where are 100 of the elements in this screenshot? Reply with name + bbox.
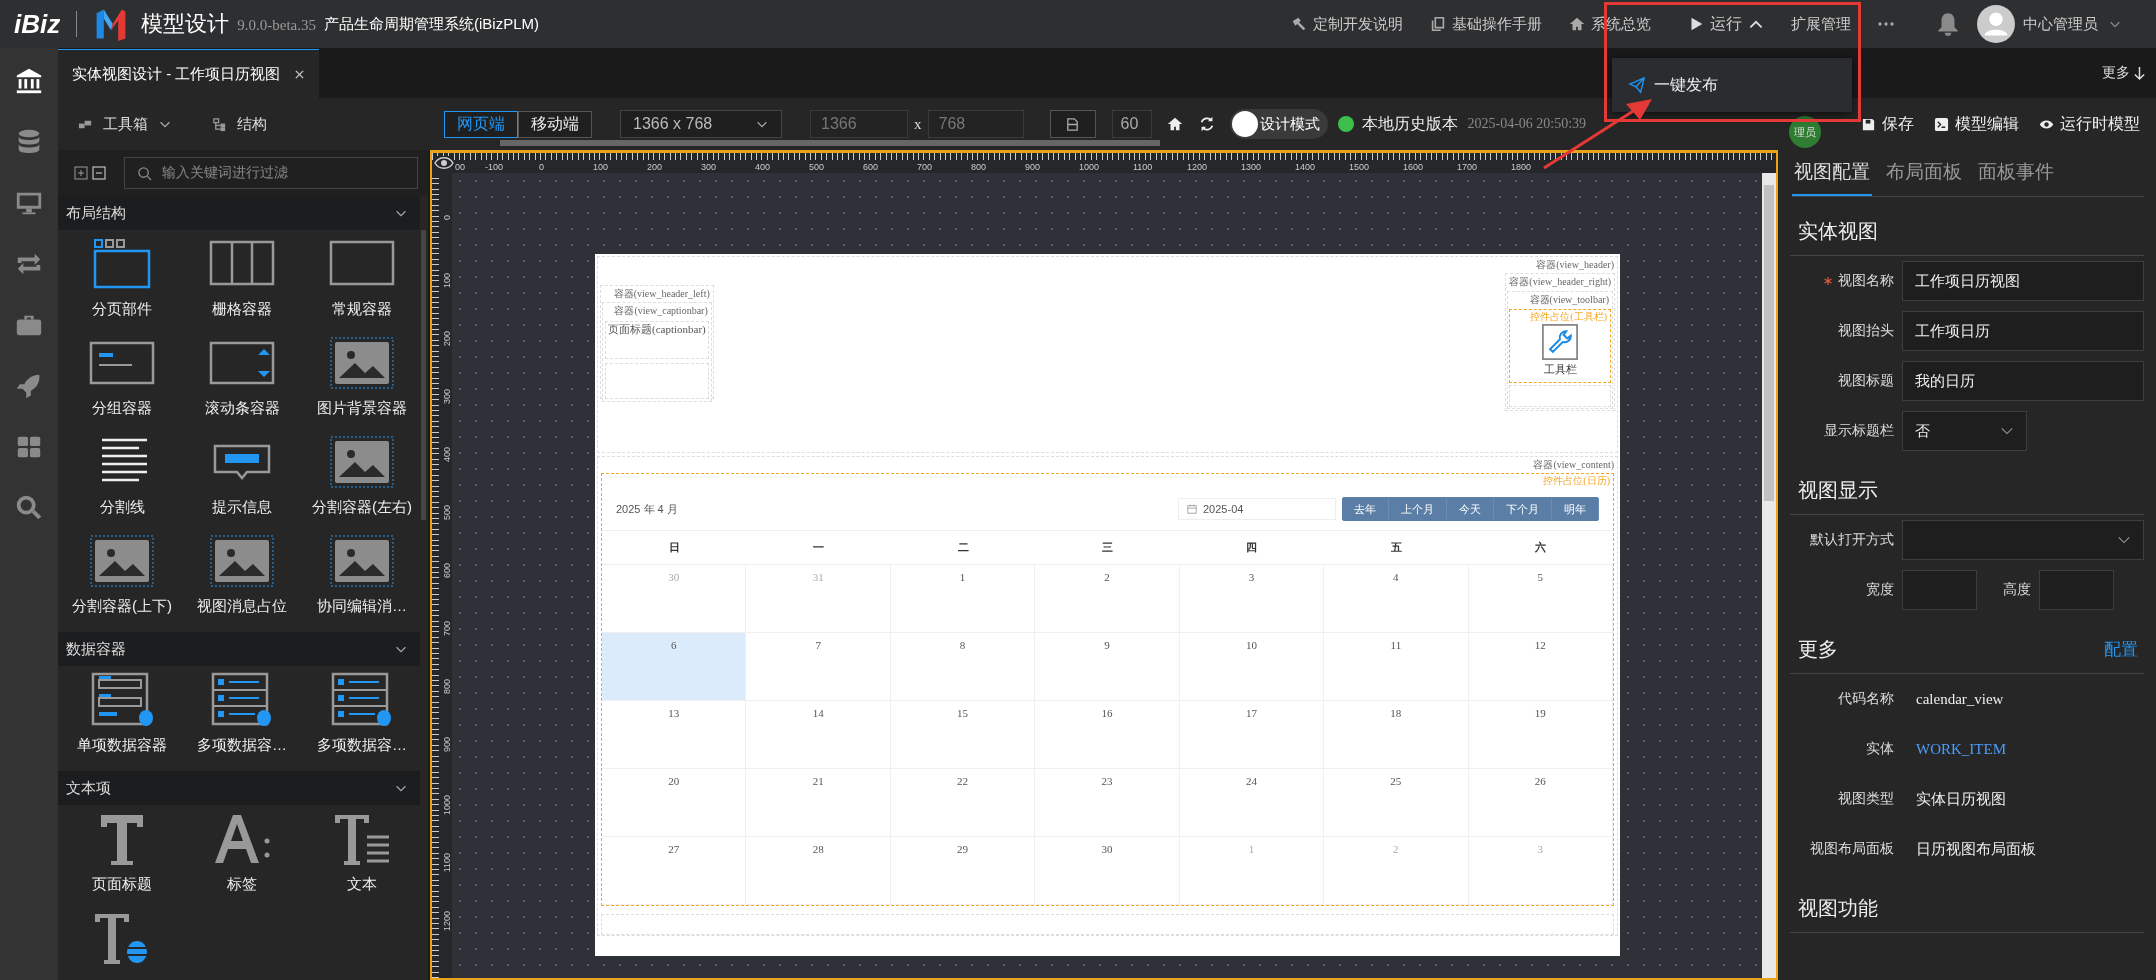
palette-tab[interactable]: 工具箱 <box>78 114 172 134</box>
calendar-day[interactable]: 19 <box>1468 701 1613 769</box>
palette-item-label[interactable]: 栅格容器 <box>212 300 272 319</box>
palette-item-label[interactable]: 标签 <box>227 875 257 894</box>
design-canvas[interactable] <box>430 150 1778 980</box>
palette-item-label[interactable]: 常规容器 <box>332 300 392 319</box>
config-link[interactable]: 配置 <box>2104 637 2138 661</box>
calendar-day[interactable]: 10 <box>1179 633 1325 701</box>
calendar-day[interactable]: 8 <box>890 633 1036 701</box>
top-nav-link[interactable]: 基础操作手册 <box>1429 4 1542 44</box>
eye-icon[interactable] <box>434 156 454 170</box>
palette-item-label[interactable]: 分割线 <box>99 498 145 517</box>
calendar-day[interactable]: 9 <box>1035 633 1180 701</box>
calendar-day[interactable]: 16 <box>1035 701 1180 769</box>
palette-item-label[interactable]: 滚动条容器 <box>204 399 280 418</box>
more-icon[interactable] <box>1877 20 1895 28</box>
height-field[interactable]: 768 <box>927 110 1024 138</box>
toolbar-button[interactable]: 运行时模型 <box>2035 113 2144 135</box>
palette-item-label[interactable]: 多项数据容… <box>317 736 407 755</box>
palette-item-label[interactable]: 分割容器(上下) <box>72 597 172 616</box>
more-link[interactable]: 更多 <box>2102 64 2130 82</box>
down-arrow-icon[interactable] <box>2133 65 2146 81</box>
expand-all-icon[interactable] <box>74 166 88 180</box>
calendar-day[interactable]: 11 <box>1324 633 1469 701</box>
calendar-day[interactable]: 7 <box>746 633 891 701</box>
size-field[interactable] <box>2039 570 2114 610</box>
calendar-day[interactable]: 12 <box>1468 633 1613 701</box>
size-field[interactable] <box>1902 570 1977 610</box>
toolbar-scrollbar[interactable] <box>500 140 1160 146</box>
calendar-day[interactable]: 24 <box>1179 769 1325 837</box>
calendar-day[interactable]: 27 <box>602 837 747 905</box>
calendar-day[interactable]: 13 <box>602 701 747 769</box>
resolution-select[interactable]: 1366 x 768 <box>620 110 782 138</box>
calendar-day[interactable]: 6 <box>602 633 747 701</box>
calendar-day[interactable]: 20 <box>602 769 747 837</box>
top-nav-link[interactable]: 扩展管理 <box>1791 4 1851 44</box>
close-icon[interactable] <box>294 68 306 80</box>
toolbar-placeholder[interactable]: 控件占位(工具栏) 工具栏 <box>1509 309 1611 383</box>
device-tab[interactable]: 移动端 <box>518 110 592 138</box>
palette-item-label[interactable]: 视图消息占位 <box>197 597 287 616</box>
palette-item-label[interactable]: 分割容器(左右) <box>312 498 412 517</box>
calendar-day[interactable]: 25 <box>1324 769 1469 837</box>
design-mode-toggle[interactable]: 设计模式 <box>1229 109 1328 139</box>
user-avatar[interactable] <box>1977 5 2015 43</box>
text-field[interactable]: 我的日历 <box>1902 361 2144 401</box>
palette-item-label[interactable]: 分页部件 <box>92 300 152 319</box>
calendar-day[interactable]: 3 <box>1179 565 1325 633</box>
top-nav-link[interactable]: 定制开发说明 <box>1290 4 1403 44</box>
layout-button[interactable] <box>1049 110 1096 138</box>
device-tab[interactable]: 网页端 <box>444 110 518 138</box>
bank-icon[interactable] <box>14 66 44 96</box>
palette-item-label[interactable]: 页面标题 <box>92 875 152 894</box>
panel-tab[interactable]: 面板事件 <box>1976 150 2056 196</box>
top-nav-link[interactable]: 运行 <box>1687 4 1765 44</box>
calendar-day[interactable]: 29 <box>890 837 1036 905</box>
palette-item-label[interactable]: 提示信息 <box>212 498 272 517</box>
palette-group-header[interactable]: 布局结构 <box>58 196 420 230</box>
toolbar-button[interactable]: 保存 <box>1857 113 1918 135</box>
calendar-day[interactable]: 22 <box>890 769 1036 837</box>
calendar-day[interactable]: 23 <box>1035 769 1180 837</box>
collapse-all-icon[interactable] <box>92 166 106 180</box>
calendar-day[interactable]: 26 <box>1468 769 1613 837</box>
home-icon[interactable] <box>1165 115 1184 133</box>
calendar-day[interactable]: 30 <box>1035 837 1180 905</box>
text-field[interactable]: 工作项日历视图 <box>1902 261 2144 301</box>
entity-link[interactable]: WORK_ITEM <box>1916 740 2006 758</box>
toolbar-button[interactable]: 模型编辑 <box>1930 113 2023 135</box>
document-tab[interactable]: 实体视图设计 - 工作项日历视图 <box>58 49 320 98</box>
calendar-day[interactable]: 17 <box>1179 701 1325 769</box>
palette-item-label[interactable]: 单项数据容器 <box>77 736 167 755</box>
bell-icon[interactable] <box>1935 11 1961 37</box>
calendar-nav-button[interactable]: 去年 <box>1342 497 1389 521</box>
search-field[interactable]: 输入关键词进行过滤 <box>124 157 418 189</box>
text-field[interactable]: 工作项日历 <box>1902 311 2144 351</box>
calendar-day[interactable]: 1 <box>890 565 1036 633</box>
zoom-field[interactable]: 60 <box>1111 110 1152 138</box>
calendar-day[interactable]: 14 <box>746 701 891 769</box>
palette-item-label[interactable]: 多项数据容… <box>197 736 287 755</box>
calendar-day[interactable]: 18 <box>1324 701 1469 769</box>
canvas-scrollbar[interactable] <box>1762 173 1776 978</box>
palette-item-label[interactable]: 分组容器 <box>92 399 152 418</box>
month-picker[interactable]: 2025-04 <box>1178 498 1336 520</box>
top-nav-link[interactable]: 系统总览 <box>1568 4 1651 44</box>
history-version-link[interactable]: 本地历史版本 <box>1361 113 1458 135</box>
palette-item-label[interactable]: 文本 <box>347 875 377 894</box>
dropdown-field[interactable]: 否 <box>1902 411 2027 451</box>
dropdown-field[interactable] <box>1902 520 2144 560</box>
calendar-day[interactable]: 2 <box>1035 565 1180 633</box>
user-name[interactable]: 中心管理员 <box>2023 14 2098 34</box>
width-field[interactable]: 1366 <box>810 110 908 138</box>
calendar-day[interactable]: 28 <box>746 837 891 905</box>
calendar-placeholder[interactable]: 控件占位(日历) 2025 年 4 月 2025-04 去年 上个月 今天 下个月 明年 日 一 二 三 四 五 六 30 31 1 2 3 4 5 6 7 8 9 10 11 12 13 14 15 16 17 18 19 20 21 22 23 24 25 26 27 28 29 30 1 2 3 <box>601 473 1614 906</box>
panel-tab[interactable]: 布局面板 <box>1884 150 1964 196</box>
palette-item-label[interactable]: 图片背景容器 <box>317 399 407 418</box>
palette-tab[interactable]: 结构 <box>212 114 267 134</box>
panel-tab[interactable]: 视图配置 <box>1792 150 1872 196</box>
palette-group-header[interactable]: 文本项 <box>58 771 420 805</box>
calendar-day[interactable]: 5 <box>1468 565 1613 633</box>
palette-group-header[interactable]: 数据容器 <box>58 632 420 666</box>
calendar-day[interactable]: 21 <box>746 769 891 837</box>
